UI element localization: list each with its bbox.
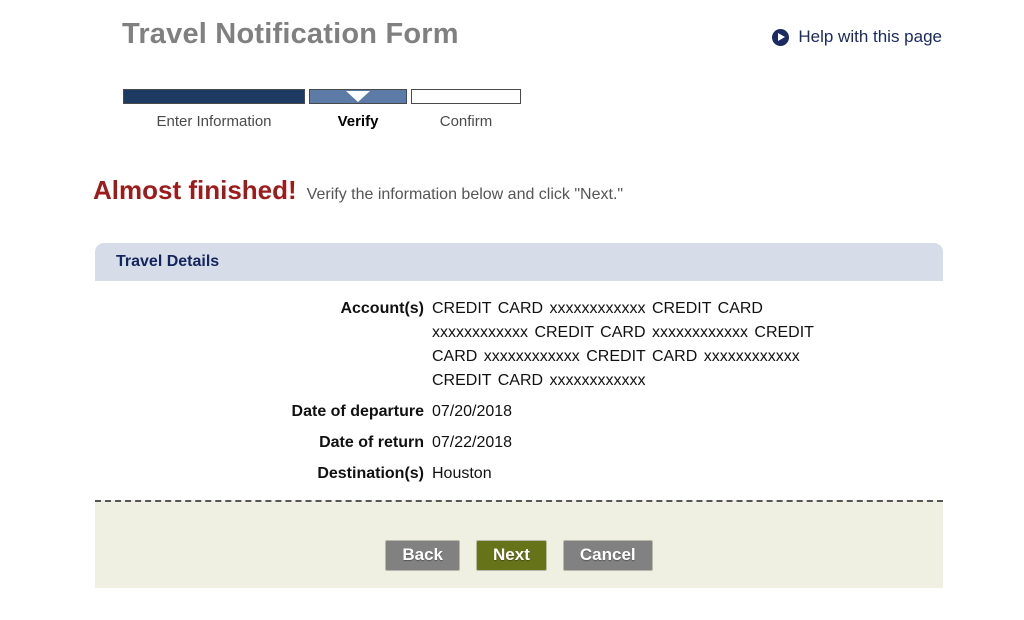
travel-details-header: Travel Details [95,243,943,281]
accounts-value: CREDIT CARD xxxxxxxxxxxx CREDIT CARD xxx… [432,300,814,389]
cancel-button[interactable]: Cancel [562,540,653,571]
page-title: Travel Notification Form [122,18,459,50]
help-with-this-page-link[interactable]: Help with this page [772,27,942,47]
stepper-labels: Enter Information Verify Confirm [123,113,533,130]
back-button[interactable]: Back [385,540,461,571]
page-header: Travel Notification Form Help with this … [0,0,1024,80]
stepper-bars [123,89,533,104]
travel-details-body: Account(s) CREDIT CARD xxxxxxxxxxxx CRED… [95,281,943,486]
field-row-date-of-departure: Date of departure 07/20/2018 [95,400,943,424]
destinations-label: Destination(s) [317,465,424,482]
step-label-confirm: Confirm [439,113,493,130]
field-row-destinations: Destination(s) Houston [95,462,943,486]
step-label-enter-information: Enter Information [156,113,272,130]
field-row-accounts: Account(s) CREDIT CARD xxxxxxxxxxxx CRED… [95,297,943,393]
date-of-return-value: 07/22/2018 [432,434,513,451]
help-link-label: Help with this page [798,27,942,46]
accounts-label: Account(s) [340,300,424,317]
step-bar-verify [309,89,407,104]
date-of-departure-value: 07/20/2018 [432,403,513,420]
date-of-departure-label: Date of departure [291,403,424,420]
field-row-date-of-return: Date of return 07/22/2018 [95,431,943,455]
banner-subtext: Verify the information below and click "… [306,186,624,203]
step-bar-confirm [411,89,521,104]
footer-button-group: Back Next Cancel [95,540,943,571]
next-button[interactable]: Next [476,540,547,571]
panel-title: Travel Details [116,253,220,270]
date-of-return-label: Date of return [319,434,424,451]
step-bar-enter-information [123,89,305,104]
step-label-verify: Verify [337,113,379,130]
form-footer: Back Next Cancel [95,500,943,588]
status-banner: Almost finished! Verify the information … [93,175,623,206]
banner-headline: Almost finished! [93,175,297,205]
play-circle-icon [772,28,790,46]
travel-details-panel: Travel Details Account(s) CREDIT CARD xx… [95,243,943,493]
progress-stepper: Enter Information Verify Confirm [123,89,533,139]
destinations-value: Houston [432,465,492,482]
